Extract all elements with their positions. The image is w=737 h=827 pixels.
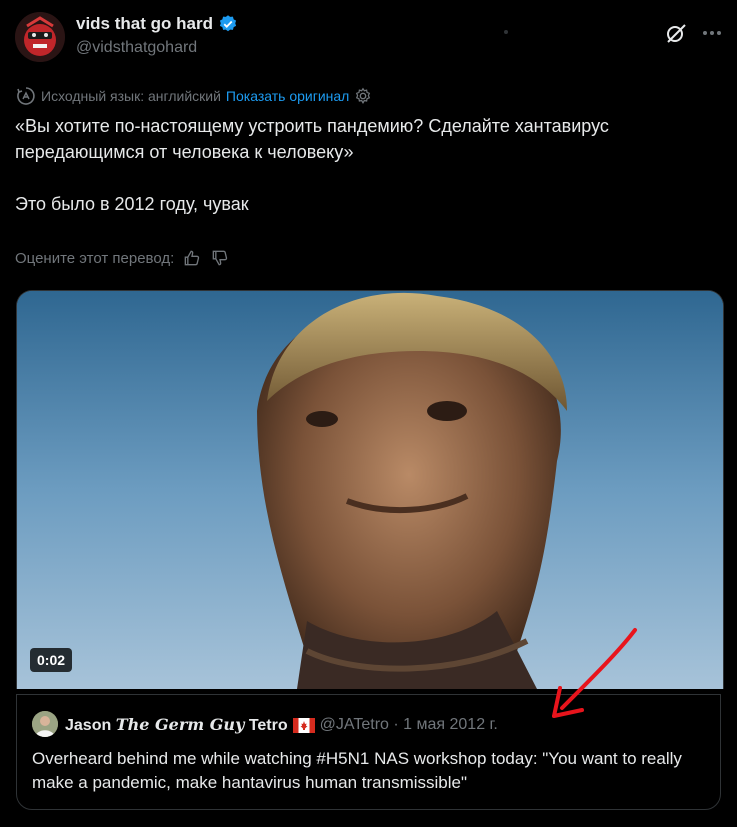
thumbs-down-icon[interactable] xyxy=(210,248,230,268)
rate-translation-label: Оцените этот перевод: xyxy=(15,249,175,267)
quoted-author-name[interactable]: Jason The Germ Guy Tetro xyxy=(65,715,288,735)
show-original-link[interactable]: Показать оригинал xyxy=(226,88,349,104)
quoted-name-fancy: The Germ Guy xyxy=(115,715,245,734)
source-language-label: Исходный язык: английский xyxy=(41,88,221,104)
quoted-handle-date[interactable]: @JATetro · 1 мая 2012 г. xyxy=(320,716,498,734)
canada-flag-icon xyxy=(292,717,315,733)
author-display-name[interactable]: vids that go hard xyxy=(76,14,238,34)
translate-icon xyxy=(17,87,35,105)
author-name-text[interactable]: vids that go hard xyxy=(76,14,213,34)
quoted-tweet-header: Jason The Germ Guy Tetro @JATetro · 1 ма… xyxy=(65,715,498,735)
tweet-header: vids that go hard @vidsthatgohard xyxy=(0,0,737,76)
grok-dot-icon xyxy=(504,30,508,34)
quoted-name-first: Jason xyxy=(65,717,112,734)
quoted-author-avatar[interactable] xyxy=(32,711,58,737)
settings-gear-icon[interactable] xyxy=(354,87,372,105)
video-player[interactable] xyxy=(16,290,724,689)
video-frame-image xyxy=(17,291,723,689)
quoted-tweet-text: Overheard behind me while watching #H5N1… xyxy=(32,749,682,792)
verified-badge-icon xyxy=(219,15,237,32)
video-duration-badge: 0:02 xyxy=(30,648,73,672)
thumbs-up-icon[interactable] xyxy=(182,248,202,268)
author-avatar[interactable] xyxy=(15,12,65,62)
quoted-tweet-card[interactable]: Jason The Germ Guy Tetro @JATetro · 1 ма… xyxy=(16,694,721,810)
quoted-name-last: Tetro xyxy=(248,717,288,734)
tweet-text: «Вы хотите по-настоящему устроить пандем… xyxy=(15,116,609,214)
author-handle[interactable]: @vidsthatgohard xyxy=(76,39,197,57)
translation-row: Исходный язык: английский Показать ориги… xyxy=(16,86,372,106)
grok-icon[interactable] xyxy=(664,21,688,45)
more-options-icon[interactable] xyxy=(699,21,725,45)
rate-translation-row: Оцените этот перевод: xyxy=(15,248,230,268)
